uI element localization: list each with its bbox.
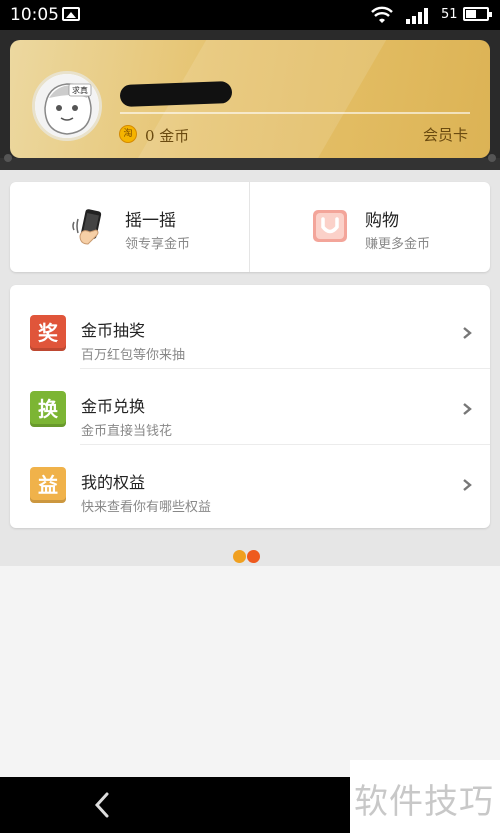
gallery-icon [62, 7, 80, 21]
battery-level: 51 [441, 7, 458, 22]
page-indicator-bottom [233, 550, 263, 564]
nickname-redacted [119, 81, 233, 107]
wifi-icon [371, 6, 393, 23]
shopping-subtitle: 赚更多金币 [365, 237, 431, 252]
avatar[interactable]: 求真 [32, 71, 102, 141]
shake-title: 摇一摇 [125, 211, 176, 231]
exchange-subtitle: 金币直接当钱花 [81, 424, 173, 439]
shopping-button[interactable]: 购物 赚更多金币 [250, 182, 489, 272]
list-item-lottery[interactable]: 奖 金币抽奖 百万红包等你来抽 [10, 293, 490, 369]
benefits-subtitle: 快来查看你有哪些权益 [81, 500, 212, 515]
coin-count[interactable]: 0 金币 [145, 125, 189, 146]
lottery-subtitle: 百万红包等你来抽 [81, 348, 186, 363]
list-item-exchange[interactable]: 换 金币兑换 金币直接当钱花 [10, 369, 490, 445]
shake-button[interactable]: 摇一摇 领专享金币 [10, 182, 249, 272]
cartoon-face-icon: 求真 [35, 74, 99, 138]
watermark-text: 软件技巧 [354, 782, 494, 822]
shopping-title: 购物 [365, 211, 399, 231]
avatar-caption: 求真 [72, 85, 88, 95]
shake-phone-icon [72, 209, 102, 245]
lottery-badge-icon: 奖 [30, 315, 66, 351]
status-time: 10:05 [10, 5, 59, 25]
battery-icon [463, 7, 492, 21]
exchange-badge-icon: 换 [30, 391, 66, 427]
exchange-title: 金币兑换 [81, 397, 146, 416]
status-bar: 10:05 51 [0, 0, 500, 30]
menu-list: 奖 金币抽奖 百万红包等你来抽 换 金币兑换 金币直接当钱花 益 我的权益 快来… [10, 285, 490, 528]
coin-icon: 淘 [119, 125, 137, 143]
profile-header: 求真 淘 0 金币 会员卡 [0, 30, 500, 170]
lottery-title: 金币抽奖 [81, 321, 146, 340]
quick-actions: 摇一摇 领专享金币 购物 赚更多金币 [10, 182, 490, 272]
signal-icon [406, 8, 428, 24]
benefits-title: 我的权益 [81, 473, 146, 492]
benefits-badge-icon: 益 [30, 467, 66, 503]
back-arrow-icon[interactable] [92, 791, 112, 819]
member-card-link[interactable]: 会员卡 [423, 124, 468, 145]
chevron-right-icon [463, 403, 472, 415]
navigation-bar [0, 777, 350, 833]
profile-card[interactable]: 求真 淘 0 金币 会员卡 [10, 40, 490, 158]
watermark: 软件技巧 [350, 760, 500, 833]
chevron-right-icon [463, 327, 472, 339]
shopping-bag-icon [313, 210, 347, 242]
shake-subtitle: 领专享金币 [125, 237, 191, 252]
chevron-right-icon [463, 479, 472, 491]
list-item-benefits[interactable]: 益 我的权益 快来查看你有哪些权益 [10, 445, 490, 521]
